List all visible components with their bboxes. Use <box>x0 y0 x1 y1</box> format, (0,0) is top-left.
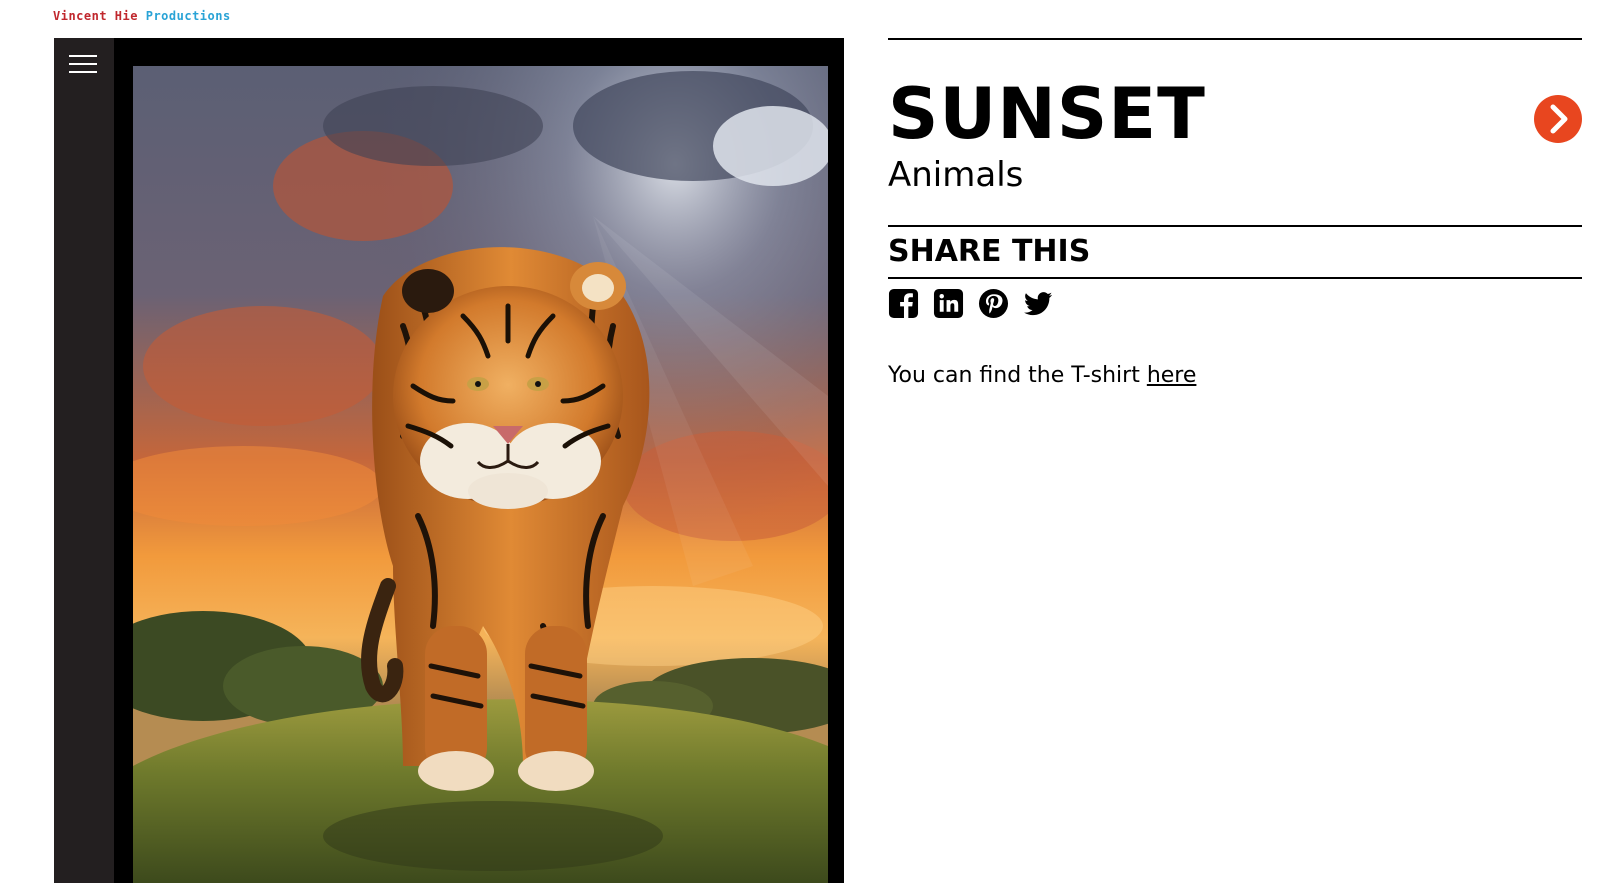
artwork-category: Animals <box>888 155 1024 195</box>
twitter-icon[interactable] <box>1023 288 1054 319</box>
facebook-icon[interactable] <box>888 288 919 319</box>
tshirt-link[interactable]: here <box>1147 363 1197 388</box>
pinterest-icon[interactable] <box>978 288 1009 319</box>
site-brand[interactable]: Vincent Hie Productions <box>53 9 231 23</box>
share-heading: SHARE THIS <box>888 234 1091 269</box>
brand-suffix: Productions <box>145 9 231 23</box>
tshirt-note-text: You can find the T-shirt <box>888 363 1147 388</box>
artwork-details: SUNSET Animals SHARE THIS You can find t… <box>888 0 1582 883</box>
brand-name: Vincent Hie <box>53 9 138 23</box>
chevron-right-icon[interactable] <box>1534 95 1582 143</box>
top-divider <box>888 38 1582 40</box>
share-divider-bottom <box>888 277 1582 279</box>
social-share-links <box>888 288 1054 320</box>
artwork-image <box>133 66 828 883</box>
artwork-title: SUNSET <box>888 73 1206 155</box>
hamburger-menu-icon[interactable] <box>69 55 97 75</box>
artwork-viewer <box>54 38 844 883</box>
side-rail <box>54 38 114 883</box>
share-divider-top <box>888 225 1582 227</box>
tshirt-note: You can find the T-shirt here <box>888 362 1196 390</box>
linkedin-icon[interactable] <box>933 288 964 319</box>
